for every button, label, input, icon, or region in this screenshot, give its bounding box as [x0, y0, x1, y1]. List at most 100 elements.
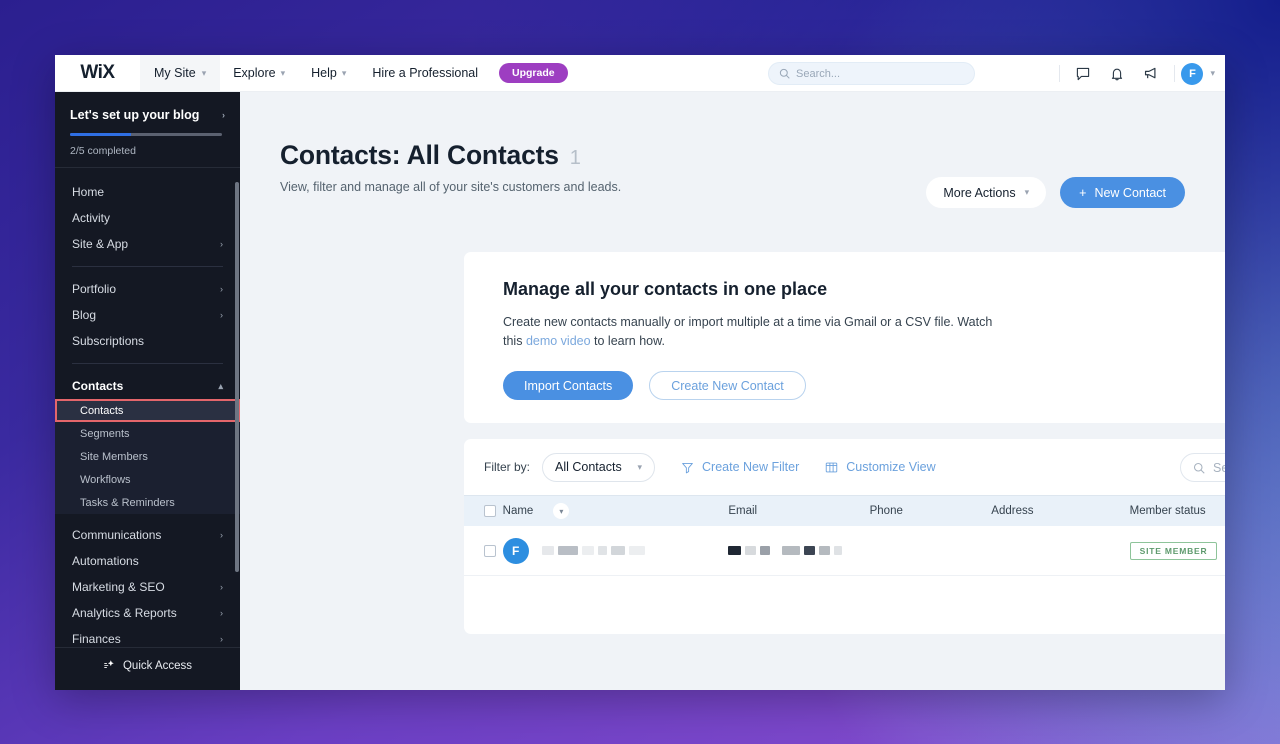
- row-checkbox[interactable]: [464, 544, 503, 557]
- promo-banner: Manage all your contacts in one place Cr…: [464, 252, 1225, 423]
- search-icon: [1193, 462, 1205, 474]
- sidebar-subitem-label: Contacts: [80, 404, 124, 417]
- table-header-row: Name ▾ Email Phone Address Member status…: [464, 495, 1225, 526]
- upgrade-button[interactable]: Upgrade: [499, 63, 568, 83]
- create-new-contact-button[interactable]: Create New Contact: [649, 371, 806, 400]
- select-all-checkbox[interactable]: [464, 505, 503, 517]
- filter-select[interactable]: All Contacts ▾: [542, 452, 656, 482]
- sidebar-item-activity[interactable]: Activity: [55, 205, 240, 231]
- column-header-email[interactable]: Email: [728, 505, 869, 517]
- chevron-right-icon: ›: [220, 608, 223, 618]
- redacted-name: [541, 546, 645, 555]
- column-header-label: Address: [991, 505, 1034, 517]
- column-header-label: Member status: [1129, 505, 1206, 517]
- nav-hire-label: Hire a Professional: [372, 66, 478, 80]
- banner-text: Create new contacts manually or import m…: [503, 313, 994, 351]
- sidebar-subitem-workflows[interactable]: Workflows: [55, 468, 240, 491]
- sidebar-item-label: Finances: [72, 632, 121, 646]
- demo-video-link[interactable]: demo video: [526, 334, 591, 348]
- import-contacts-button[interactable]: Import Contacts: [503, 371, 634, 400]
- sidebar: Let's set up your blog › 2/5 completed H…: [55, 92, 240, 690]
- table-row[interactable]: F SITE MEMBER: [464, 526, 1225, 576]
- sidebar-subitem-segments[interactable]: Segments: [55, 422, 240, 445]
- sidebar-item-analytics-reports[interactable]: Analytics & Reports ›: [55, 600, 240, 626]
- filter-select-value: All Contacts: [555, 460, 622, 474]
- megaphone-icon[interactable]: [1134, 55, 1168, 92]
- chat-icon[interactable]: [1066, 55, 1100, 92]
- column-header-label: Name: [502, 505, 534, 517]
- main-content: Contacts: All Contacts 1 View, filter an…: [240, 92, 1225, 690]
- chevron-down-icon[interactable]: ▾: [1210, 68, 1215, 79]
- nav-help-label: Help: [311, 66, 337, 80]
- sidebar-item-label: Analytics & Reports: [72, 606, 177, 620]
- global-search-input[interactable]: Search...: [768, 62, 975, 85]
- sidebar-item-site-app[interactable]: Site & App ›: [55, 231, 240, 257]
- banner-title: Manage all your contacts in one place: [503, 279, 828, 299]
- chevron-right-icon: ›: [220, 530, 223, 540]
- column-header-member-status[interactable]: Member status: [1130, 505, 1225, 517]
- sidebar-item-subscriptions[interactable]: Subscriptions: [55, 328, 240, 354]
- chevron-down-icon: ▾: [1024, 187, 1030, 197]
- bell-icon[interactable]: [1100, 55, 1134, 92]
- sidebar-item-marketing-seo[interactable]: Marketing & SEO ›: [55, 574, 240, 600]
- sidebar-item-communications[interactable]: Communications ›: [55, 522, 240, 548]
- columns-icon: [826, 462, 838, 472]
- nav-explore-label: Explore: [233, 66, 276, 80]
- sidebar-subitem-site-members[interactable]: Site Members: [55, 445, 240, 468]
- site-selector-label: My Site: [154, 66, 196, 80]
- column-header-name[interactable]: Name ▾: [503, 503, 729, 519]
- chevron-right-icon: ›: [220, 582, 223, 592]
- sidebar-item-label: Site & App: [72, 237, 129, 251]
- setup-promo-title: Let's set up your blog: [70, 108, 200, 122]
- new-contact-button[interactable]: + New Contact: [1060, 177, 1185, 208]
- sidebar-subitem-label: Site Members: [80, 450, 148, 463]
- filter-toolbar: Filter by: All Contacts ▾ Create New Fil…: [464, 439, 1225, 495]
- sidebar-item-label: Activity: [72, 211, 111, 225]
- wix-logo[interactable]: WiX: [55, 62, 140, 84]
- sidebar-item-contacts[interactable]: Contacts ▴: [55, 373, 240, 399]
- topbar-icon-group: F ▾: [1053, 55, 1215, 92]
- quick-access-label: Quick Access: [122, 659, 193, 672]
- sort-chevron-down-icon[interactable]: ▾: [553, 503, 570, 519]
- column-header-phone[interactable]: Phone: [870, 505, 992, 517]
- app-window: WiX My Site ▾ Explore ▾ Help ▾ Hire a Pr…: [55, 55, 1225, 690]
- redacted-email: [728, 545, 843, 555]
- divider: [1174, 65, 1176, 82]
- chevron-right-icon: ›: [220, 239, 223, 249]
- row-member-status-cell: SITE MEMBER: [1129, 541, 1225, 560]
- search-icon: [779, 68, 790, 79]
- sidebar-item-blog[interactable]: Blog ›: [55, 302, 240, 328]
- nav-explore[interactable]: Explore ▾: [220, 55, 298, 92]
- site-selector[interactable]: My Site ▾: [140, 55, 221, 92]
- sidebar-scroll-area: Home Activity Site & App › Portfolio › B…: [55, 167, 240, 683]
- sidebar-subitem-contacts[interactable]: Contacts: [55, 399, 240, 422]
- column-header-address[interactable]: Address: [991, 505, 1129, 517]
- chevron-down-icon: ▾: [201, 67, 207, 78]
- filter-icon: [682, 462, 693, 473]
- sidebar-item-label: Blog: [72, 308, 97, 322]
- create-new-filter-button[interactable]: Create New Filter: [681, 460, 799, 474]
- page-title: Contacts: All Contacts 1: [280, 140, 1225, 171]
- more-actions-button[interactable]: More Actions ▾: [926, 177, 1047, 208]
- sidebar-item-label: Portfolio: [72, 282, 117, 296]
- sidebar-item-label: Automations: [72, 554, 139, 568]
- nav-hire-a-professional[interactable]: Hire a Professional: [359, 55, 491, 92]
- nav-help[interactable]: Help ▾: [298, 55, 359, 92]
- top-bar: WiX My Site ▾ Explore ▾ Help ▾ Hire a Pr…: [55, 55, 1225, 92]
- user-avatar[interactable]: F: [1181, 62, 1204, 85]
- search-contacts-input[interactable]: Search contacts: [1180, 453, 1225, 482]
- column-header-label: Phone: [869, 505, 903, 517]
- chevron-down-icon: ▾: [341, 67, 347, 78]
- sidebar-subitem-label: Workflows: [80, 473, 131, 486]
- sidebar-item-home[interactable]: Home: [55, 179, 240, 205]
- chevron-right-icon: ›: [220, 634, 223, 644]
- customize-view-button[interactable]: Customize View: [825, 460, 936, 474]
- setup-progress-label: 2/5 completed: [70, 145, 136, 157]
- sidebar-setup-promo[interactable]: Let's set up your blog › 2/5 completed: [55, 92, 240, 167]
- sidebar-item-portfolio[interactable]: Portfolio ›: [55, 276, 240, 302]
- quick-access-button[interactable]: Quick Access: [55, 647, 240, 683]
- sidebar-item-automations[interactable]: Automations: [55, 548, 240, 574]
- sidebar-subitem-tasks-reminders[interactable]: Tasks & Reminders: [55, 491, 240, 514]
- sidebar-scrollbar[interactable]: [235, 182, 239, 572]
- chevron-down-icon: ▾: [637, 461, 643, 472]
